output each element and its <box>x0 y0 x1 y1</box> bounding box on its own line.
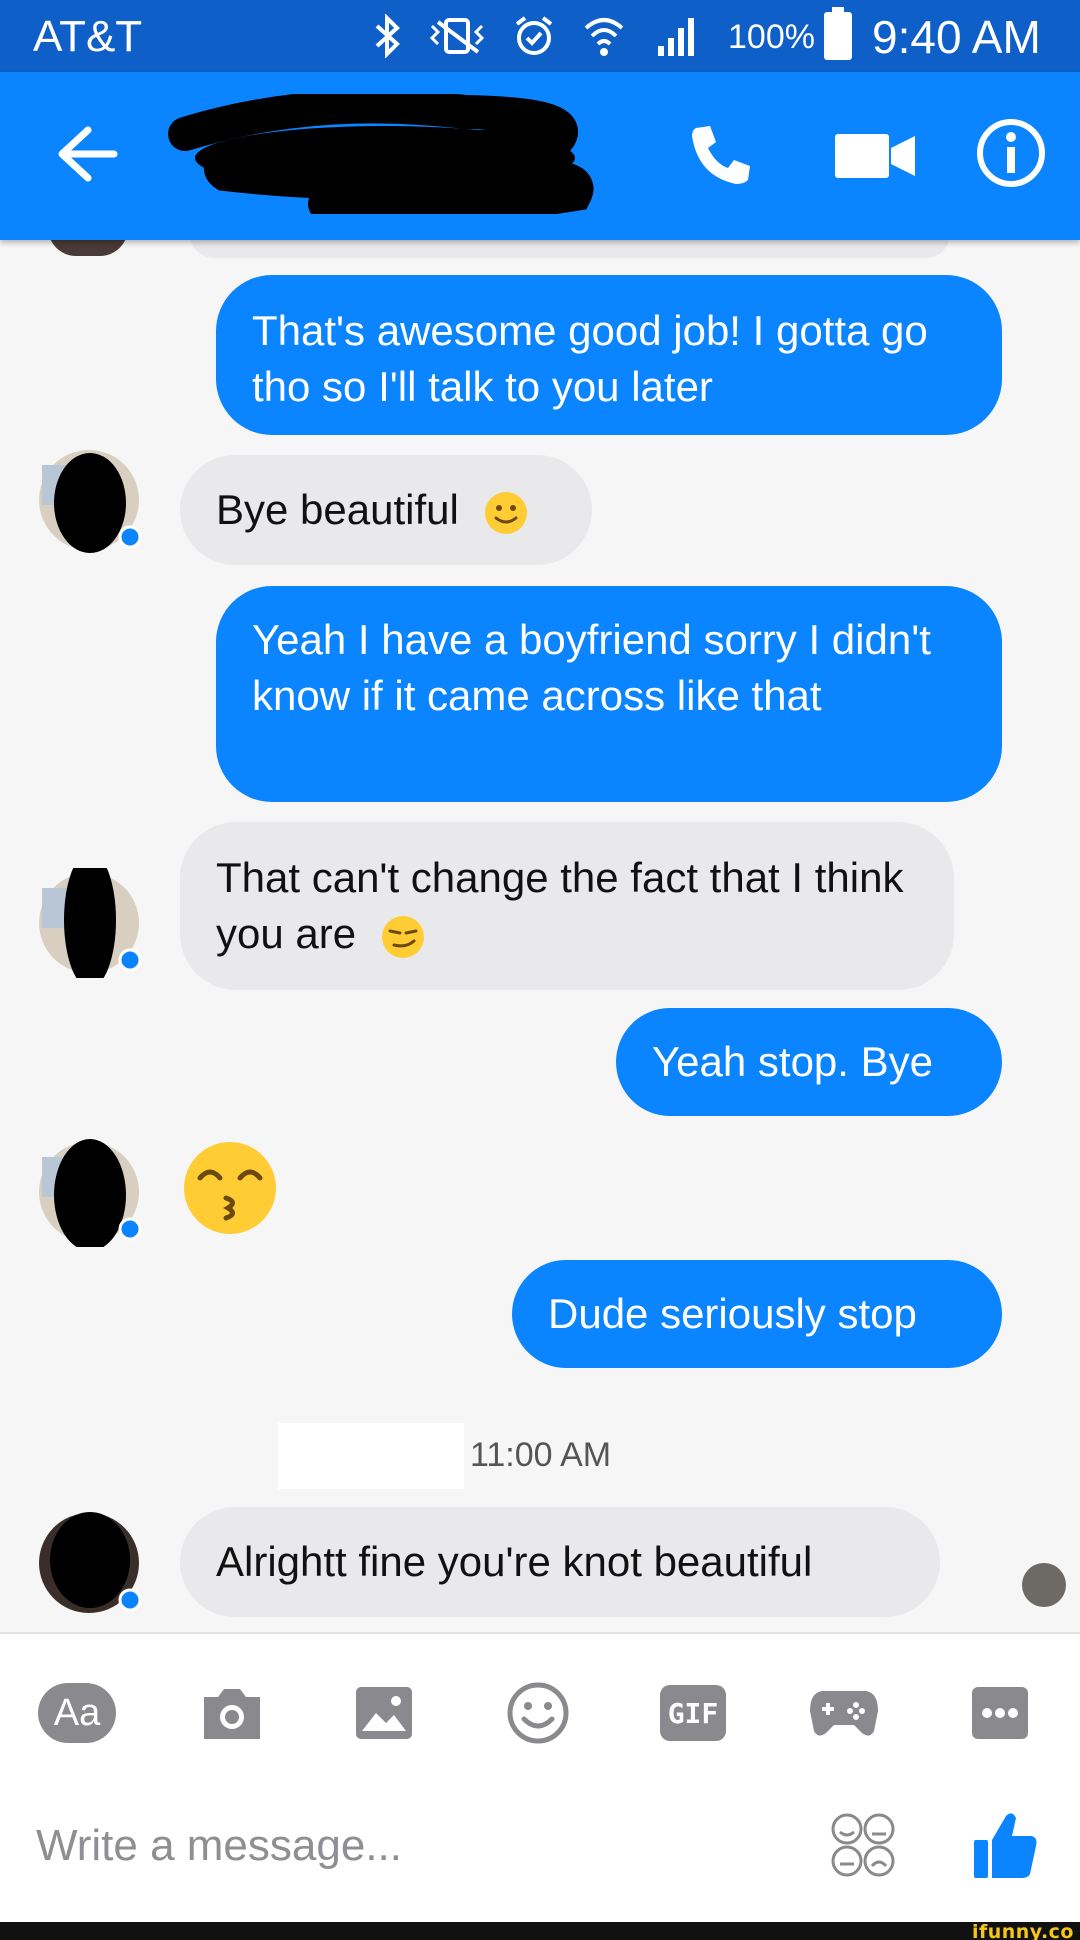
video-camera-icon[interactable] <box>833 130 917 182</box>
composer: Aa GIF <box>0 1632 1080 1922</box>
vibrate-icon <box>429 18 485 54</box>
avatar <box>39 450 142 553</box>
message-text: Yeah I have a boyfriend sorry I didn't k… <box>252 616 931 719</box>
thumbs-up-icon[interactable] <box>972 1810 1038 1880</box>
message-text: Bye beautiful <box>216 486 459 533</box>
outgoing-message[interactable]: Dude seriously stop <box>512 1260 1002 1368</box>
avatar <box>39 1139 142 1247</box>
emoji-icon[interactable] <box>506 1678 570 1748</box>
battery-percent: 100% <box>728 18 815 56</box>
battery-icon <box>824 7 852 60</box>
carrier-label: AT&T <box>33 12 143 61</box>
message-text: That's awesome good job! I gotta go tho … <box>252 307 928 410</box>
info-icon[interactable] <box>975 117 1047 189</box>
game-icon[interactable] <box>808 1678 880 1748</box>
read-receipt-avatar <box>1022 1563 1066 1607</box>
alarm-icon <box>515 16 553 55</box>
timestamp: 11:00 AM <box>470 1436 612 1474</box>
message-list[interactable]: That's awesome good job! I gotta go tho … <box>0 240 1080 1632</box>
conversation-header <box>0 72 1080 240</box>
aa-label: Aa <box>53 1691 101 1734</box>
smirking-face-icon <box>381 915 424 958</box>
incoming-message[interactable]: Bye beautiful <box>180 455 592 565</box>
status-bar: AT&T 100% 9:40 AM <box>0 0 1080 72</box>
avatar <box>48 240 128 256</box>
incoming-message[interactable] <box>190 240 950 258</box>
avatar <box>39 1512 142 1613</box>
message-text: Alrightt fine you're knot beautiful <box>216 1538 813 1585</box>
gif-icon[interactable]: GIF <box>658 1678 728 1748</box>
outgoing-message[interactable]: Yeah stop. Bye <box>616 1008 1002 1116</box>
phone-icon[interactable] <box>688 122 754 188</box>
message-text: Yeah stop. Bye <box>652 1038 933 1085</box>
gif-label: GIF <box>667 1696 719 1730</box>
message-text: That can't change the fact that I think … <box>216 854 904 957</box>
message-input[interactable] <box>36 1816 596 1876</box>
wifi-icon <box>584 18 624 56</box>
redaction-box <box>278 1423 464 1489</box>
arrow-left-icon[interactable] <box>52 122 122 186</box>
camera-icon[interactable] <box>200 1678 264 1748</box>
slightly-smiling-face-icon <box>484 491 527 534</box>
footer-bar <box>0 1922 1080 1940</box>
image-icon[interactable] <box>354 1678 414 1748</box>
text-aa-icon[interactable]: Aa <box>38 1678 116 1748</box>
bluetooth-icon <box>375 14 400 58</box>
message-text: Dude seriously stop <box>548 1290 917 1337</box>
watermark: ifunny.co <box>971 1921 1074 1940</box>
incoming-message[interactable]: Alrightt fine you're knot beautiful <box>180 1507 940 1617</box>
redacted-contact-name[interactable] <box>165 94 605 214</box>
sticker-faces-icon[interactable] <box>830 1812 896 1878</box>
kissing-face-with-smiling-eyes-icon[interactable] <box>180 1138 280 1238</box>
status-icons <box>372 8 700 64</box>
more-icon[interactable] <box>970 1678 1030 1748</box>
outgoing-message[interactable]: That's awesome good job! I gotta go tho … <box>216 275 1002 435</box>
clock: 9:40 AM <box>872 11 1041 63</box>
incoming-message[interactable]: That can't change the fact that I think … <box>180 822 954 990</box>
outgoing-message[interactable]: Yeah I have a boyfriend sorry I didn't k… <box>216 586 1002 802</box>
avatar <box>39 868 142 978</box>
signal-icon <box>658 18 694 56</box>
